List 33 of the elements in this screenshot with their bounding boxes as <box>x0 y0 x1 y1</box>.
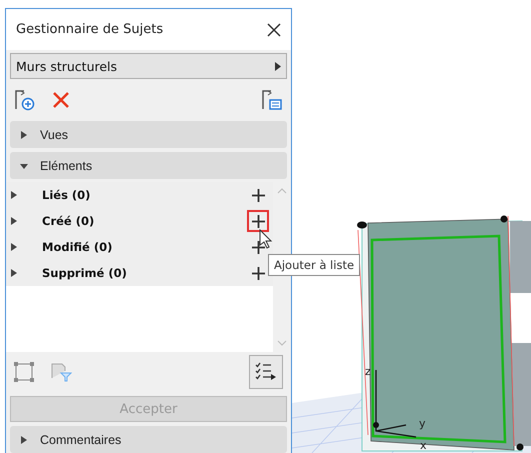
section-header[interactable]: Eléments <box>10 152 287 179</box>
expand-arrow-icon <box>275 62 281 70</box>
selection-button[interactable] <box>14 362 34 382</box>
group-arrow-icon[interactable] <box>10 217 18 225</box>
document-plus-icon <box>14 89 36 111</box>
new-topic-button[interactable] <box>14 89 36 111</box>
delete-button[interactable] <box>52 91 70 109</box>
group-arrow-icon[interactable] <box>10 243 18 251</box>
plus-icon <box>252 188 264 202</box>
cursor-icon <box>259 229 273 249</box>
plus-icon <box>252 240 264 254</box>
section-arrow-icon[interactable] <box>20 436 28 444</box>
section-header[interactable]: Commentaires <box>10 426 287 453</box>
section-arrow-icon[interactable] <box>20 162 28 170</box>
section-header[interactable]: Vues <box>10 121 287 148</box>
filter-icon <box>50 362 72 382</box>
document-list-icon <box>261 89 283 111</box>
square-corners-icon <box>14 362 34 382</box>
add-button[interactable] <box>247 210 269 232</box>
checklist-button[interactable] <box>249 355 283 389</box>
close-icon <box>267 22 281 36</box>
plus-icon <box>252 266 264 280</box>
group-arrow-icon[interactable] <box>10 269 18 277</box>
window-title: Gestionnaire de Sujets <box>16 22 164 37</box>
checklist-icon <box>255 362 277 382</box>
delete-icon <box>52 91 70 109</box>
section-arrow-icon[interactable] <box>20 130 28 138</box>
plus-icon <box>252 214 264 228</box>
topic-list-button[interactable] <box>261 89 283 111</box>
group-arrow-icon[interactable] <box>10 191 18 199</box>
topic-dropdown[interactable]: Murs structurels <box>10 53 287 79</box>
tooltip: Ajouter à liste <box>268 254 360 276</box>
close-button[interactable] <box>265 20 283 38</box>
